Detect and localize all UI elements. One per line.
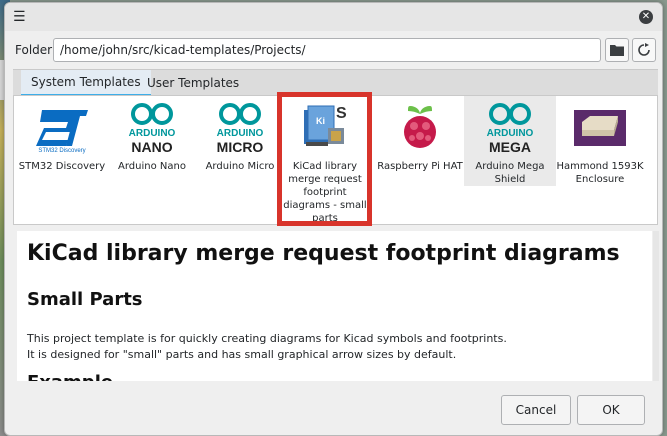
template-caption: Hammond 1593K Enclosure [556,161,644,185]
template-item-hammond-enclosure[interactable]: Hammond 1593K Enclosure [554,96,646,186]
folder-row: Folder: /home/john/src/kicad-templates/P… [5,37,662,65]
description-paragraph: It is designed for "small" parts and has… [27,348,457,361]
st-logo-caption: STM32 Discovery [38,148,85,154]
template-item-stm32[interactable]: STM32 Discovery STM32 Discovery [16,96,108,206]
selection-highlight-box [277,92,372,226]
folder-label: Folder: [15,43,56,57]
tab-system-templates[interactable]: System Templates [21,70,151,96]
description-section-heading: Example [27,372,113,381]
template-list: STM32 Discovery STM32 Discovery ARDUINO … [13,92,658,226]
refresh-icon [638,43,650,56]
arduino-model: MEGA [489,139,531,155]
arduino-wordmark: ARDUINO [487,128,534,139]
template-item-arduino-micro[interactable]: ARDUINO MICRO Arduino Micro [194,96,286,206]
template-item-arduino-nano[interactable]: ARDUINO NANO Arduino Nano [106,96,198,206]
template-description: KiCad library merge request footprint di… [17,231,652,381]
template-selector-dialog: ☰ ✕ Folder: /home/john/src/kicad-templat… [4,2,663,436]
arduino-model: NANO [131,139,172,155]
template-caption: STM32 Discovery [18,161,106,172]
arduino-wordmark: ARDUINO [129,128,176,139]
refresh-button[interactable] [632,38,656,62]
template-caption: Arduino Micro [205,161,275,172]
template-caption: Raspberry Pi HAT [377,161,463,172]
description-scrollbar[interactable] [653,231,659,381]
arduino-wordmark: ARDUINO [217,128,264,139]
raspberry-pi-logo-icon [394,102,446,156]
close-icon[interactable]: ✕ [639,10,653,24]
tab-user-templates[interactable]: User Templates [137,70,249,96]
template-item-arduino-mega-shield[interactable]: ARDUINO MEGA Arduino Mega Shield [464,96,556,186]
arduino-logo-icon: ARDUINO NANO [126,102,178,156]
description-subtitle: Small Parts [27,289,143,310]
cancel-button[interactable]: Cancel [501,395,571,425]
folder-icon [610,45,624,56]
hamburger-menu-icon[interactable]: ☰ [13,10,27,24]
arduino-logo-icon: ARDUINO MICRO [214,102,266,156]
description-paragraph: This project template is for quickly cre… [27,332,507,345]
arduino-logo-icon: ARDUINO MEGA [484,102,536,156]
template-item-raspberry-pi-hat[interactable]: Raspberry Pi HAT [374,96,466,206]
template-caption: Arduino Nano [118,161,186,172]
st-logo-icon: STM32 Discovery [32,102,92,156]
description-title: KiCad library merge request footprint di… [27,241,620,266]
template-caption: Arduino Mega Shield [475,161,545,185]
browse-folder-button[interactable] [605,38,629,62]
title-bar: ☰ ✕ [5,3,662,31]
enclosure-box-icon [574,102,626,156]
arduino-model: MICRO [217,139,264,155]
ok-button[interactable]: OK [577,395,645,425]
folder-path-input[interactable]: /home/john/src/kicad-templates/Projects/ [53,38,601,62]
